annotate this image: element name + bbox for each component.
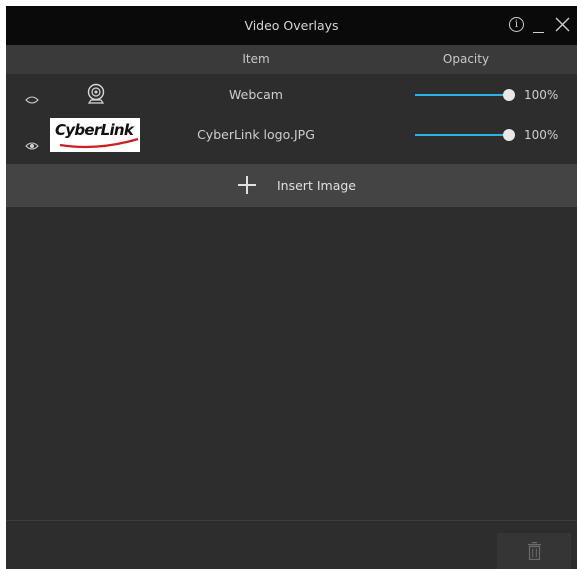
item-name: Webcam [229,87,283,102]
video-overlays-window: Video Overlays i Item Opacity Webcam 100 [6,6,577,569]
footer-divider [6,520,577,521]
opacity-slider[interactable] [415,88,516,102]
title-bar: Video Overlays i [6,6,577,45]
close-icon[interactable] [555,17,570,32]
insert-image-label: Insert Image [277,178,356,193]
header-item: Item [242,52,270,66]
header-opacity: Opacity [442,52,490,66]
opacity-value: 100% [524,88,559,102]
visibility-visible-eye-icon[interactable] [25,136,39,150]
plus-icon [238,176,256,194]
table-row[interactable]: Webcam 100% [6,74,577,116]
opacity-value: 100% [524,128,559,142]
window-title: Video Overlays [244,18,339,33]
insert-image-button[interactable]: Insert Image [6,164,577,207]
table-header: Item Opacity [6,45,577,74]
slider-knob[interactable] [503,89,515,101]
cyberlink-logo-thumbnail: CyberLink [50,118,140,152]
item-name: CyberLink logo.JPG [197,127,315,142]
delete-button[interactable] [497,533,571,569]
opacity-slider[interactable] [415,128,516,142]
table-row[interactable]: CyberLink CyberLink logo.JPG 100% [6,118,577,161]
slider-track [415,94,511,96]
slider-knob[interactable] [503,129,515,141]
slider-track [415,134,511,136]
webcam-icon [86,83,106,107]
visibility-hidden-eye-icon[interactable] [25,90,39,104]
info-icon[interactable]: i [509,17,524,32]
minimize-icon[interactable] [532,18,546,34]
trash-icon [528,542,541,560]
